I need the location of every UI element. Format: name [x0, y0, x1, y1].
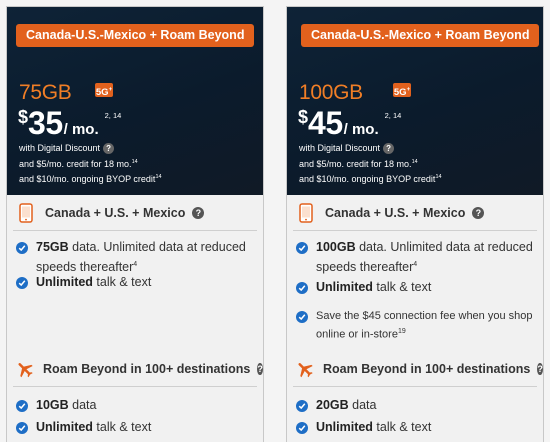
- section-title: Roam Beyond in 100+ destinations: [323, 361, 531, 376]
- checkmark-icon: [296, 242, 308, 254]
- plan-card-75gb: Canada-U.S.-Mexico + Roam Beyond 75GB 5G…: [6, 6, 264, 442]
- checkmark-icon: [296, 282, 308, 294]
- checkmark-icon: [16, 242, 28, 254]
- plan-price: $35/ mo. 2, 14: [18, 105, 121, 142]
- feature-item: Save the $45 connection fee when you sho…: [296, 308, 536, 343]
- roam-beyond-button[interactable]: Canada-U.S.-Mexico + Roam Beyond: [16, 24, 255, 47]
- price-footnote: 2, 14: [384, 111, 402, 120]
- checkmark-icon: [296, 422, 308, 434]
- price-period: / mo.: [343, 121, 379, 138]
- plan-price: $45/ mo. 2, 14: [298, 105, 401, 142]
- section-roam-beyond: Roam Beyond in 100+ destinations ?: [13, 351, 263, 387]
- section-roam-beyond: Roam Beyond in 100+ destinations ?: [293, 351, 543, 387]
- question-circle-icon[interactable]: ?: [537, 362, 543, 375]
- section-canada-us-mexico: Canada + U.S. + Mexico ?: [293, 195, 537, 231]
- feature-item: 75GB data. Unlimited data at reduced spe…: [16, 239, 256, 276]
- question-circle-icon[interactable]: ?: [257, 362, 263, 375]
- feature-item: Unlimited talk & text: [16, 274, 256, 291]
- checkmark-icon: [16, 277, 28, 289]
- feature-item: 10GB data: [16, 397, 256, 414]
- price-footnote: 2, 14: [104, 111, 122, 120]
- section-title: Canada + U.S. + Mexico: [325, 205, 466, 220]
- byop-credit-text: and $10/mo. ongoing BYOP credit: [19, 174, 156, 184]
- plan-data-amount: 100GB: [299, 81, 363, 104]
- question-circle-icon[interactable]: ?: [192, 206, 205, 219]
- digital-discount-text: with Digital Discount: [299, 143, 381, 153]
- checkmark-icon: [296, 400, 308, 412]
- currency-symbol: $: [18, 107, 29, 127]
- section-title: Canada + U.S. + Mexico: [45, 205, 186, 220]
- feature-item: Unlimited talk & text: [16, 419, 256, 436]
- price-period: / mo.: [63, 121, 99, 138]
- question-circle-icon[interactable]: ?: [383, 143, 395, 155]
- feature-item: Unlimited talk & text: [296, 279, 536, 296]
- phone-icon: [15, 202, 37, 224]
- checkmark-icon: [16, 422, 28, 434]
- plan-hero: Canada-U.S.-Mexico + Roam Beyond 100GB 5…: [287, 7, 543, 195]
- question-circle-icon[interactable]: ?: [472, 206, 485, 219]
- section-title: Roam Beyond in 100+ destinations: [43, 361, 251, 376]
- checkmark-icon: [16, 400, 28, 412]
- byop-credit-text: and $10/mo. ongoing BYOP credit: [299, 174, 436, 184]
- plane-icon: [295, 358, 315, 380]
- credit-text: and $5/mo. credit for 18 mo.: [19, 158, 132, 169]
- 5g-plus-badge: 5G+: [393, 83, 411, 98]
- promo-details: with Digital Discount? and $5/mo. credit…: [19, 143, 162, 184]
- digital-discount-text: with Digital Discount: [19, 143, 101, 153]
- section-canada-us-mexico: Canada + U.S. + Mexico ?: [13, 195, 257, 231]
- plan-card-100gb: Canada-U.S.-Mexico + Roam Beyond 100GB 5…: [286, 6, 544, 442]
- phone-icon: [295, 202, 317, 224]
- roam-beyond-button[interactable]: Canada-U.S.-Mexico + Roam Beyond: [301, 24, 540, 47]
- price-amount: 35: [28, 105, 63, 141]
- feature-item: 100GB data. Unlimited data at reduced sp…: [296, 239, 536, 276]
- 5g-plus-badge: 5G+: [95, 83, 113, 98]
- feature-item: 20GB data: [296, 397, 536, 414]
- plan-hero: Canada-U.S.-Mexico + Roam Beyond 75GB 5G…: [7, 7, 263, 195]
- promo-details: with Digital Discount? and $5/mo. credit…: [299, 143, 442, 184]
- price-amount: 45: [308, 105, 343, 141]
- currency-symbol: $: [298, 107, 309, 127]
- feature-item: Unlimited talk & text: [296, 419, 536, 436]
- checkmark-icon: [296, 311, 308, 323]
- question-circle-icon[interactable]: ?: [103, 143, 115, 155]
- credit-text: and $5/mo. credit for 18 mo.: [299, 158, 412, 169]
- plan-data-amount: 75GB: [19, 81, 72, 104]
- plane-icon: [15, 358, 35, 380]
